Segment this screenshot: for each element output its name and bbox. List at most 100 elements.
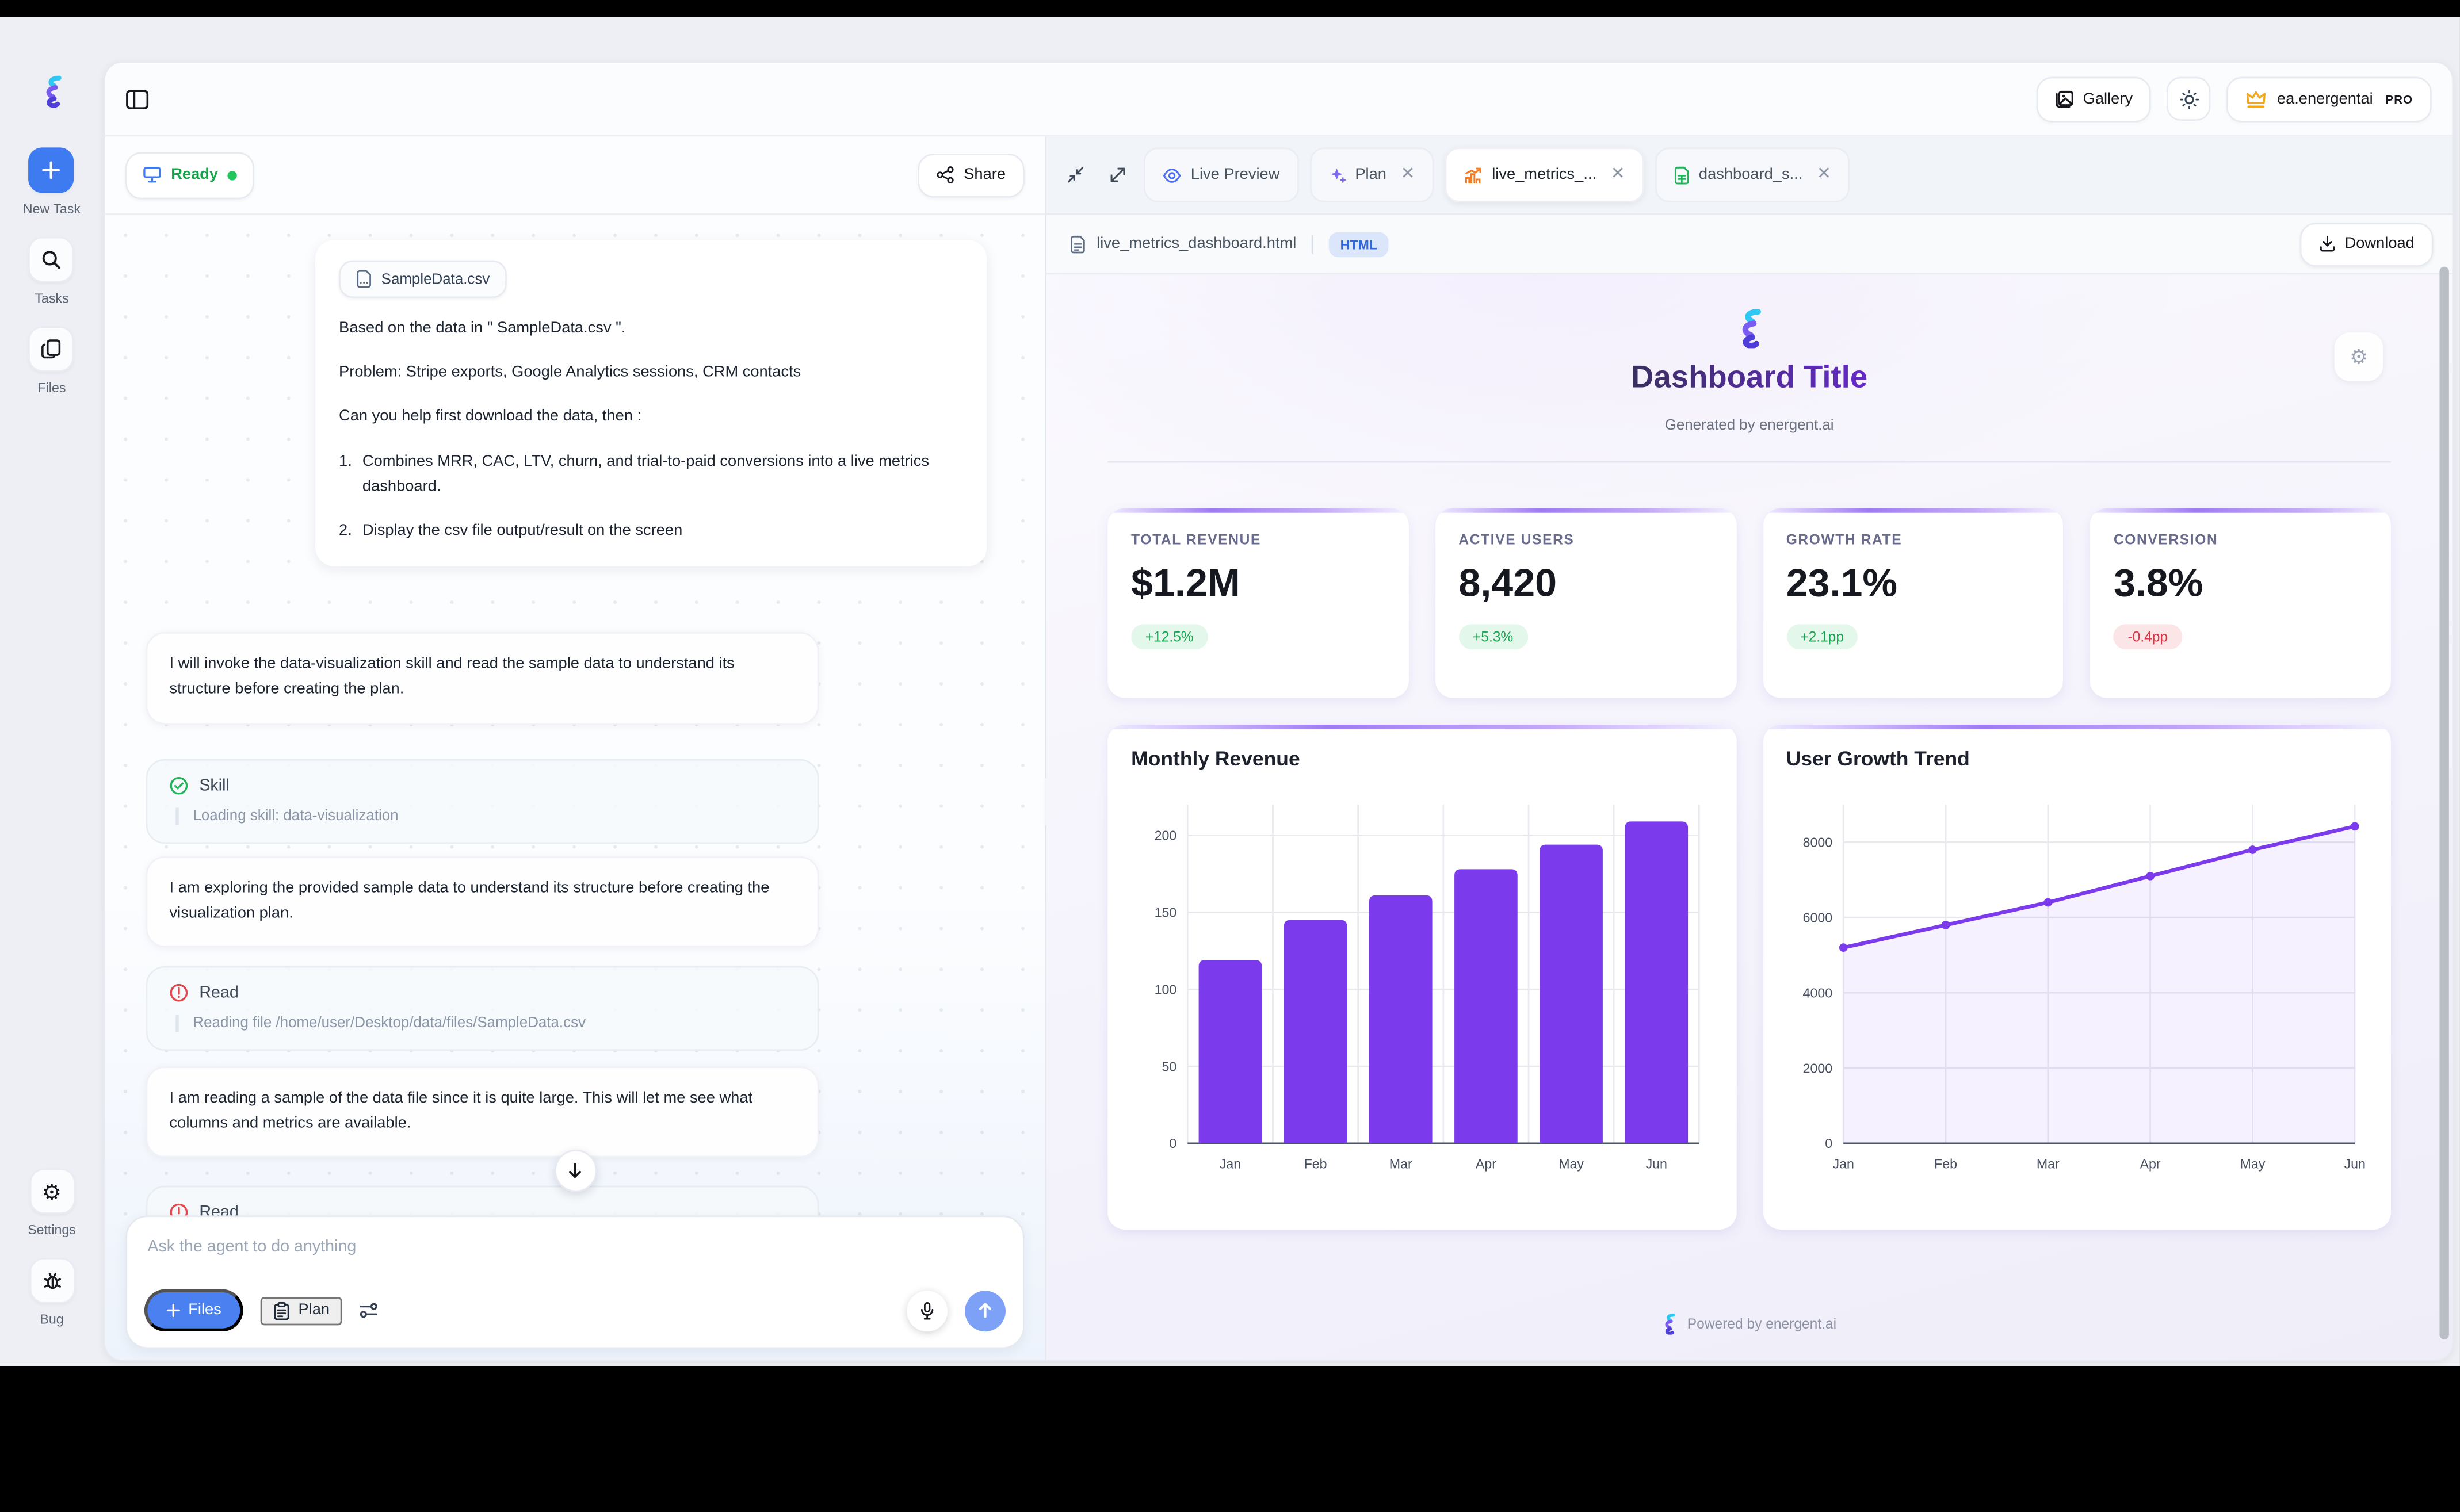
- tab-label: Plan: [1355, 166, 1386, 183]
- mic-icon: [919, 1301, 935, 1320]
- tab-live-preview[interactable]: Live Preview: [1144, 147, 1298, 202]
- topbar: Gallery ea.energentai PRO: [105, 63, 2453, 135]
- preview-scrollbar[interactable]: [2439, 267, 2448, 1339]
- svg-text:Feb: Feb: [1934, 1157, 1957, 1172]
- bug-button[interactable]: [29, 1258, 74, 1303]
- input-options-button[interactable]: [360, 1302, 379, 1319]
- tab-plan[interactable]: Plan ✕: [1309, 147, 1434, 202]
- user-message-list-item: 1.Combines MRR, CAC, LTV, churn, and tri…: [339, 449, 963, 500]
- chat-input[interactable]: Ask the agent to do anything Files Plan: [125, 1215, 1025, 1349]
- add-files-button[interactable]: Files: [144, 1289, 243, 1332]
- user-message-paragraph: Can you help first download the data, th…: [339, 405, 963, 431]
- preview-filename: live_metrics_dashboard.html: [1097, 235, 1296, 252]
- status-label: Ready: [171, 166, 218, 183]
- tab-dashboard-sheet[interactable]: dashboard_s... ✕: [1655, 147, 1850, 202]
- monthly-revenue-bar-chart: 050100150200JanFebMarAprMayJun: [1131, 780, 1712, 1185]
- file-attachment-chip[interactable]: SampleData.csv: [339, 261, 507, 298]
- expand-panel-button[interactable]: [1101, 159, 1133, 191]
- account-label: ea.energentai: [2277, 90, 2373, 108]
- sidebar-toggle-button[interactable]: [125, 89, 149, 109]
- files-button[interactable]: [29, 326, 74, 372]
- sidebar-nav: New Task Tasks Files: [23, 147, 81, 415]
- dashboard-footer: Powered by energent.ai: [1107, 1314, 2391, 1335]
- gallery-button[interactable]: Gallery: [2036, 76, 2152, 121]
- metric-card-total-revenue: TOTAL REVENUE $1.2M +12.5%: [1107, 509, 1408, 699]
- sidebar-footer: ⚙ Settings Bug: [28, 1169, 76, 1348]
- svg-text:150: 150: [1155, 906, 1177, 921]
- delta-badge: +12.5%: [1131, 625, 1208, 650]
- microphone-button[interactable]: [907, 1290, 948, 1331]
- gallery-label: Gallery: [2083, 90, 2133, 108]
- sun-icon: [2179, 89, 2199, 109]
- crown-icon: [2245, 89, 2267, 109]
- user-growth-chart-card: User Growth Trend 02000400060008000JanFe…: [1763, 725, 2391, 1230]
- svg-text:4000: 4000: [1802, 986, 1832, 1001]
- new-task-button[interactable]: [29, 147, 74, 193]
- user-message-paragraph: Problem: Stripe exports, Google Analytic…: [339, 361, 963, 386]
- agent-message: I am reading a sample of the data file s…: [146, 1066, 819, 1158]
- svg-text:50: 50: [1162, 1059, 1176, 1074]
- theme-toggle-button[interactable]: [2167, 77, 2211, 121]
- scroll-to-bottom-button[interactable]: [554, 1150, 597, 1192]
- gallery-icon: [2055, 89, 2074, 108]
- file-info-bar: live_metrics_dashboard.html HTML Downloa…: [1046, 215, 2452, 275]
- close-tab-icon[interactable]: ✕: [1611, 166, 1625, 183]
- separator: [1312, 235, 1314, 254]
- check-circle-icon: [170, 776, 189, 795]
- read-tool-card[interactable]: Read Reading file /home/user/Desktop/dat…: [146, 966, 819, 1050]
- dashboard-preview: ⚙ Dashboard Title Generated by energent.…: [1046, 274, 2452, 1360]
- chart-file-icon: [1464, 166, 1483, 185]
- gear-icon: ⚙: [2350, 344, 2368, 370]
- agent-status[interactable]: Ready: [125, 151, 254, 198]
- download-button[interactable]: Download: [2299, 222, 2433, 266]
- chart-cards: Monthly Revenue 050100150200JanFebMarApr…: [1107, 725, 2391, 1230]
- copy-files-icon: [41, 339, 62, 359]
- svg-text:Jan: Jan: [1220, 1157, 1241, 1172]
- tool-detail: Reading file /home/user/Desktop/data/fil…: [175, 1015, 795, 1032]
- svg-text:Jun: Jun: [1646, 1157, 1667, 1172]
- send-button[interactable]: [965, 1290, 1006, 1331]
- agent-message: I will invoke the data-visualization ski…: [146, 632, 819, 724]
- alert-circle-icon: [170, 1203, 189, 1215]
- footer-label: Powered by energent.ai: [1687, 1316, 1836, 1332]
- tab-live-metrics[interactable]: live_metrics_... ✕: [1445, 147, 1644, 202]
- monthly-revenue-chart-card: Monthly Revenue 050100150200JanFebMarApr…: [1107, 725, 1736, 1230]
- arrow-down-icon: [567, 1162, 583, 1180]
- delta-badge: +2.1pp: [1786, 625, 1858, 650]
- collapse-panel-button[interactable]: [1059, 159, 1091, 191]
- eye-icon: [1163, 167, 1182, 182]
- tab-label: Live Preview: [1191, 166, 1280, 183]
- delta-badge: +5.3%: [1458, 625, 1527, 650]
- dashboard-title: Dashboard Title: [1107, 361, 2391, 397]
- sidebar-item-label: Tasks: [35, 290, 68, 305]
- plan-button[interactable]: Plan: [261, 1296, 342, 1325]
- svg-text:Mar: Mar: [1389, 1157, 1412, 1172]
- dashboard-settings-button[interactable]: ⚙: [2335, 332, 2383, 381]
- search-icon: [41, 250, 62, 270]
- svg-text:100: 100: [1155, 982, 1177, 997]
- svg-text:Apr: Apr: [2139, 1157, 2160, 1172]
- preview-pane: Live Preview Plan ✕ live_metrics_... ✕: [1046, 136, 2452, 1360]
- share-button[interactable]: Share: [918, 153, 1025, 197]
- svg-text:Feb: Feb: [1304, 1157, 1327, 1172]
- metric-card-active-users: ACTIVE USERS 8,420 +5.3%: [1435, 509, 1736, 699]
- svg-text:Jan: Jan: [1832, 1157, 1853, 1172]
- settings-button[interactable]: ⚙: [29, 1169, 74, 1214]
- file-chip-label: SampleData.csv: [381, 270, 490, 288]
- read-tool-card-partial[interactable]: Read: [146, 1186, 819, 1215]
- tabs-bar: Live Preview Plan ✕ live_metrics_... ✕: [1046, 136, 2452, 215]
- close-tab-icon[interactable]: ✕: [1400, 166, 1415, 183]
- account-button[interactable]: ea.energentai PRO: [2227, 76, 2432, 121]
- alert-circle-icon: [170, 983, 189, 1002]
- delta-badge: -0.4pp: [2114, 625, 2182, 650]
- user-message-paragraph: Based on the data in " SampleData.csv ".: [339, 317, 963, 342]
- close-tab-icon[interactable]: ✕: [1817, 166, 1831, 183]
- main-panel: Gallery ea.energentai PRO Ready: [104, 61, 2454, 1361]
- share-icon: [937, 166, 954, 183]
- clipboard-icon: [273, 1301, 291, 1320]
- skill-tool-card[interactable]: Skill Loading skill: data-visualization: [146, 759, 819, 843]
- dashboard-subtitle: Generated by energent.ai: [1107, 418, 2391, 435]
- tasks-button[interactable]: [29, 237, 74, 282]
- tab-label: dashboard_s...: [1699, 166, 1802, 183]
- input-placeholder: Ask the agent to do anything: [147, 1238, 1002, 1257]
